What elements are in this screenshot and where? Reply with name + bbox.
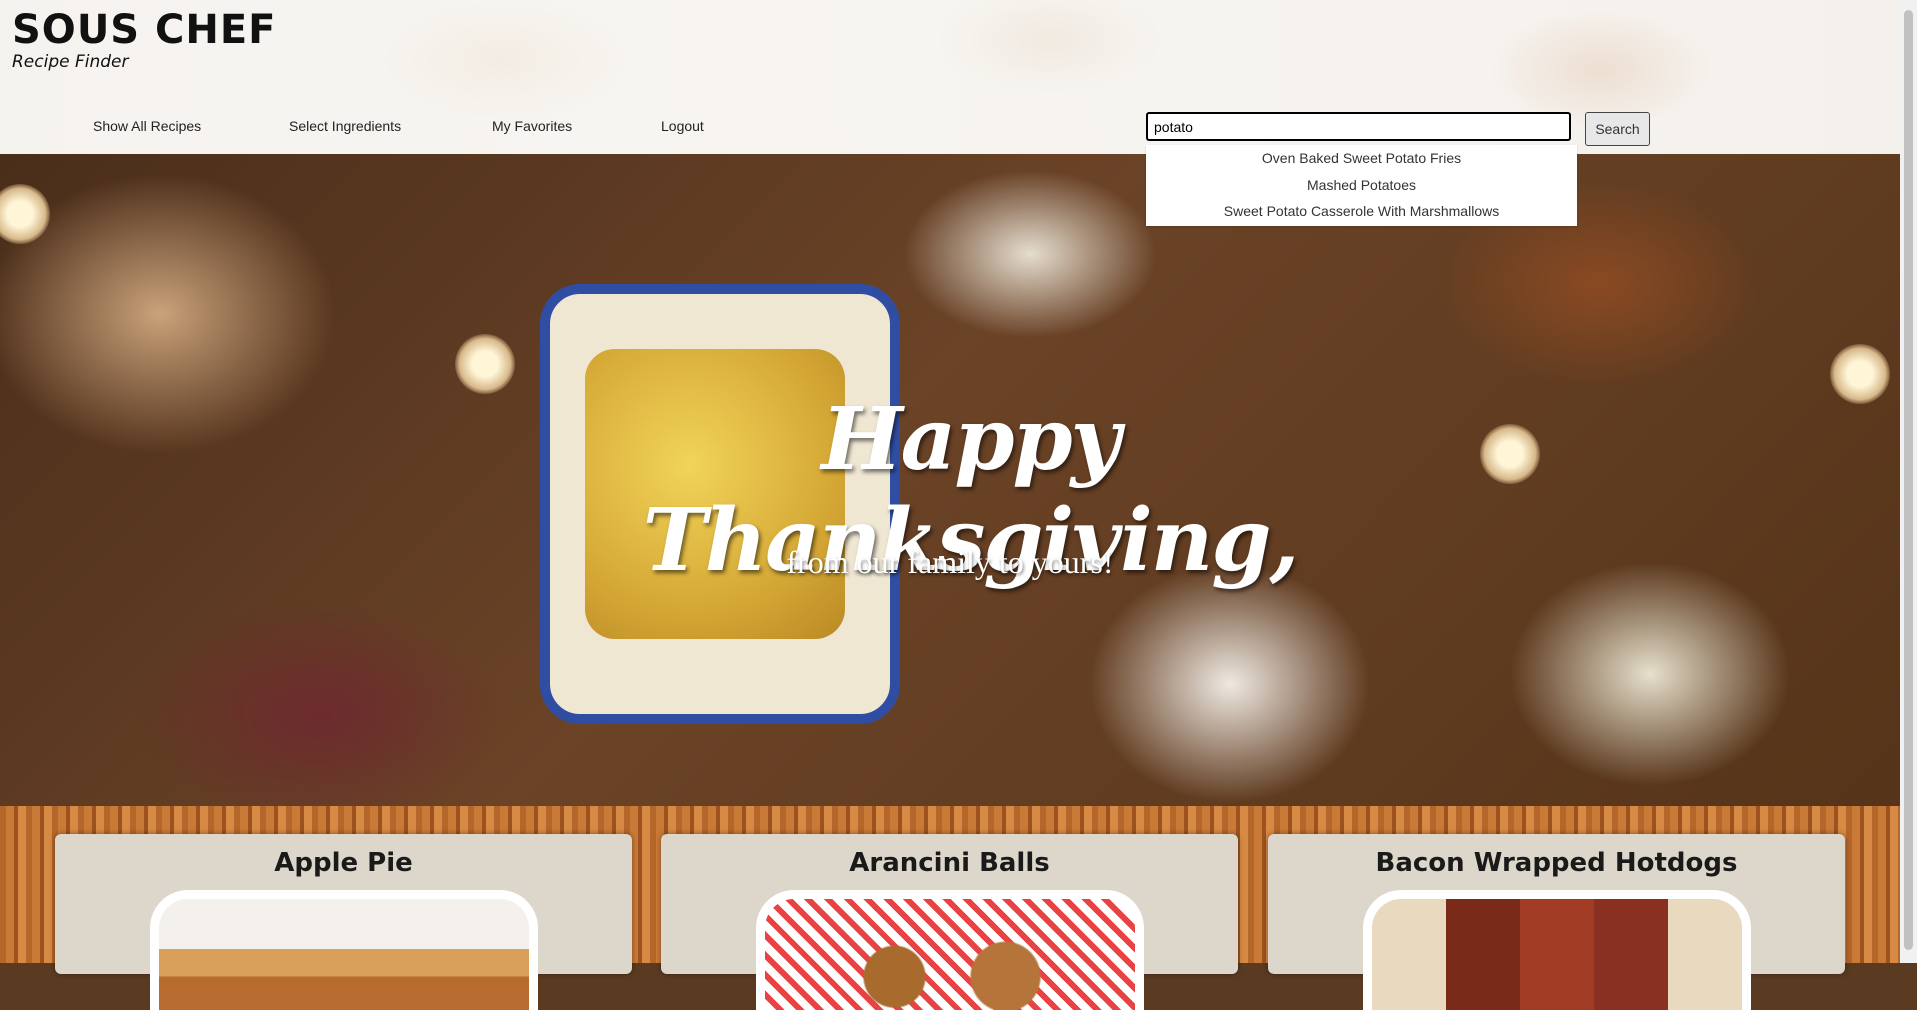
search-suggestions: Oven Baked Sweet Potato Fries Mashed Pot… [1146,145,1577,226]
search-button[interactable]: Search [1585,112,1650,146]
hero-subtitle: from our family to yours! [786,544,1114,580]
recipe-photo[interactable] [1362,890,1751,1010]
recipe-title: Arancini Balls [849,848,1050,878]
recipe-photo[interactable] [149,890,538,1010]
search-input[interactable] [1146,112,1571,141]
recipe-card[interactable]: Apple Pie [55,834,632,1010]
recipe-photo[interactable] [755,890,1144,1010]
recipe-card[interactable]: Arancini Balls [661,834,1238,1010]
hero-banner: Happy Thanksgiving, from our family to y… [0,154,1900,806]
candle-image [0,184,50,244]
page-scrollbar[interactable] [1900,0,1917,963]
recipe-card[interactable]: Bacon Wrapped Hotdogs [1268,834,1845,1010]
candle-image [1480,424,1540,484]
suggestion-item[interactable]: Sweet Potato Casserole With Marshmallows [1146,198,1577,225]
nav-my-favorites[interactable]: My Favorites [492,118,572,134]
nav-show-all-recipes[interactable]: Show All Recipes [93,118,201,134]
brand: SOUS CHEF Recipe Finder [12,6,277,72]
nav-logout[interactable]: Logout [661,118,704,134]
nav-select-ingredients[interactable]: Select Ingredients [289,118,401,134]
recipe-cards: Apple Pie Arancini Balls Bacon Wrapped H… [0,806,1900,1010]
recipe-title: Apple Pie [274,848,413,878]
scrollbar-thumb[interactable] [1904,10,1913,950]
brand-subtitle: Recipe Finder [12,52,129,72]
candle-image [455,334,515,394]
candle-image [1830,344,1890,404]
suggestion-item[interactable]: Mashed Potatoes [1146,172,1577,199]
recipe-title: Bacon Wrapped Hotdogs [1375,848,1738,878]
suggestion-item[interactable]: Oven Baked Sweet Potato Fries [1146,145,1577,172]
brand-title: SOUS CHEF [12,7,277,53]
